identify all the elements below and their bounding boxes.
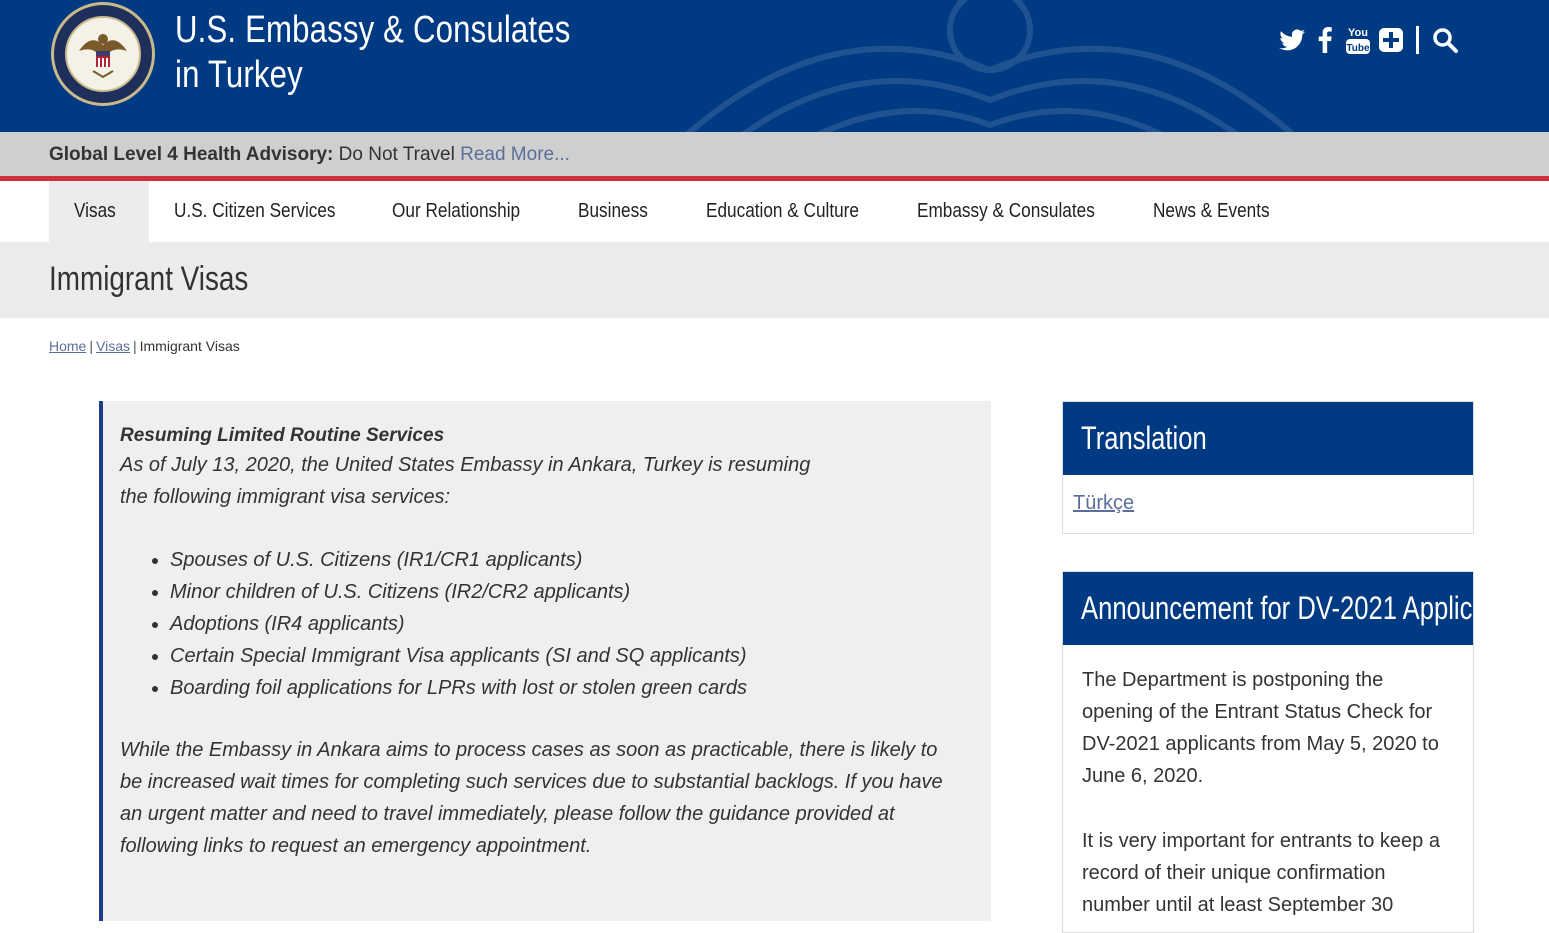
breadcrumb-visas-link[interactable]: Visas xyxy=(96,338,130,354)
list-item: Boarding foil applications for LPRs with… xyxy=(170,672,960,704)
list-item: Spouses of U.S. Citizens (IR1/CR1 applic… xyxy=(170,544,960,576)
nav-item-embassy-consulates[interactable]: Embassy & Consulates xyxy=(917,181,1124,242)
translation-heading-bar: Translation xyxy=(1063,402,1473,475)
dv2021-announcement-widget: Announcement for DV-2021 Applicants The … xyxy=(1062,571,1474,933)
svg-text:You: You xyxy=(1348,27,1368,39)
plus-icon[interactable] xyxy=(1377,26,1405,54)
breadcrumb-separator: | xyxy=(89,338,93,354)
breadcrumb-current: Immigrant Visas xyxy=(139,338,240,354)
breadcrumb: Home | Visas | Immigrant Visas xyxy=(49,338,240,354)
breadcrumb-home-link[interactable]: Home xyxy=(49,338,86,354)
services-notice-content: Resuming Limited Routine Services As of … xyxy=(120,423,960,862)
notice-title: Resuming Limited Routine Services xyxy=(120,425,445,446)
advisory-message: Do Not Travel xyxy=(333,144,461,165)
translation-heading: Translation xyxy=(1081,420,1207,456)
header-divider xyxy=(1416,26,1419,54)
notice-intro: As of July 13, 2020, the United States E… xyxy=(120,454,811,508)
turkish-language-link[interactable]: Türkçe xyxy=(1073,492,1134,515)
health-advisory-bar: Global Level 4 Health Advisory: Do Not T… xyxy=(0,132,1549,181)
department-of-state-seal xyxy=(51,2,155,106)
services-notice: Resuming Limited Routine Services As of … xyxy=(99,401,991,921)
nav-item-business[interactable]: Business xyxy=(578,181,659,242)
translation-widget: Translation Türkçe xyxy=(1062,401,1474,534)
announcement-heading-bar: Announcement for DV-2021 Applicants xyxy=(1063,572,1473,645)
nav-item-our-relationship[interactable]: Our Relationship xyxy=(392,181,541,242)
page-title-band: Immigrant Visas xyxy=(0,242,1549,318)
site-title-line2[interactable]: in Turkey xyxy=(175,53,570,98)
announcement-paragraph: It is very important for entrants to kee… xyxy=(1082,830,1440,916)
breadcrumb-separator: | xyxy=(132,338,137,354)
advisory-read-more-link[interactable]: Read More... xyxy=(460,144,570,165)
svg-text:Tube: Tube xyxy=(1346,43,1370,54)
nav-item-education-culture[interactable]: Education & Culture xyxy=(706,181,884,242)
list-item: Certain Special Immigrant Visa applicant… xyxy=(170,640,960,672)
announcement-heading: Announcement for DV-2021 Applicants xyxy=(1081,590,1473,626)
site-title-line1[interactable]: U.S. Embassy & Consulates xyxy=(175,8,570,53)
health-advisory-text: Global Level 4 Health Advisory: Do Not T… xyxy=(49,144,570,166)
site-header: U.S. Embassy & Consulates in Turkey You … xyxy=(0,0,1549,132)
facebook-icon[interactable] xyxy=(1311,26,1339,54)
advisory-label: Global Level 4 Health Advisory: xyxy=(49,144,334,165)
services-list: Spouses of U.S. Citizens (IR1/CR1 applic… xyxy=(120,544,960,704)
page-title: Immigrant Visas xyxy=(49,260,249,298)
nav-item-us-citizen-services[interactable]: U.S. Citizen Services xyxy=(174,181,362,242)
eagle-watermark xyxy=(685,0,1295,132)
list-item: Minor children of U.S. Citizens (IR2/CR2… xyxy=(170,576,960,608)
social-links: You Tube xyxy=(1278,24,1464,56)
main-nav: Visas U.S. Citizen Services Our Relation… xyxy=(0,181,1549,242)
twitter-icon[interactable] xyxy=(1278,26,1306,54)
site-title[interactable]: U.S. Embassy & Consulates in Turkey xyxy=(175,8,570,98)
nav-item-news-events[interactable]: News & Events xyxy=(1153,181,1289,242)
list-item: Adoptions (IR4 applicants) xyxy=(170,608,960,640)
notice-paragraph: While the Embassy in Ankara aims to proc… xyxy=(120,739,943,857)
search-icon[interactable] xyxy=(1431,26,1459,54)
announcement-body: The Department is postponing the opening… xyxy=(1082,664,1452,932)
nav-item-visas[interactable]: Visas xyxy=(49,181,149,242)
announcement-paragraph: The Department is postponing the opening… xyxy=(1082,669,1439,787)
youtube-icon[interactable]: You Tube xyxy=(1344,26,1372,54)
